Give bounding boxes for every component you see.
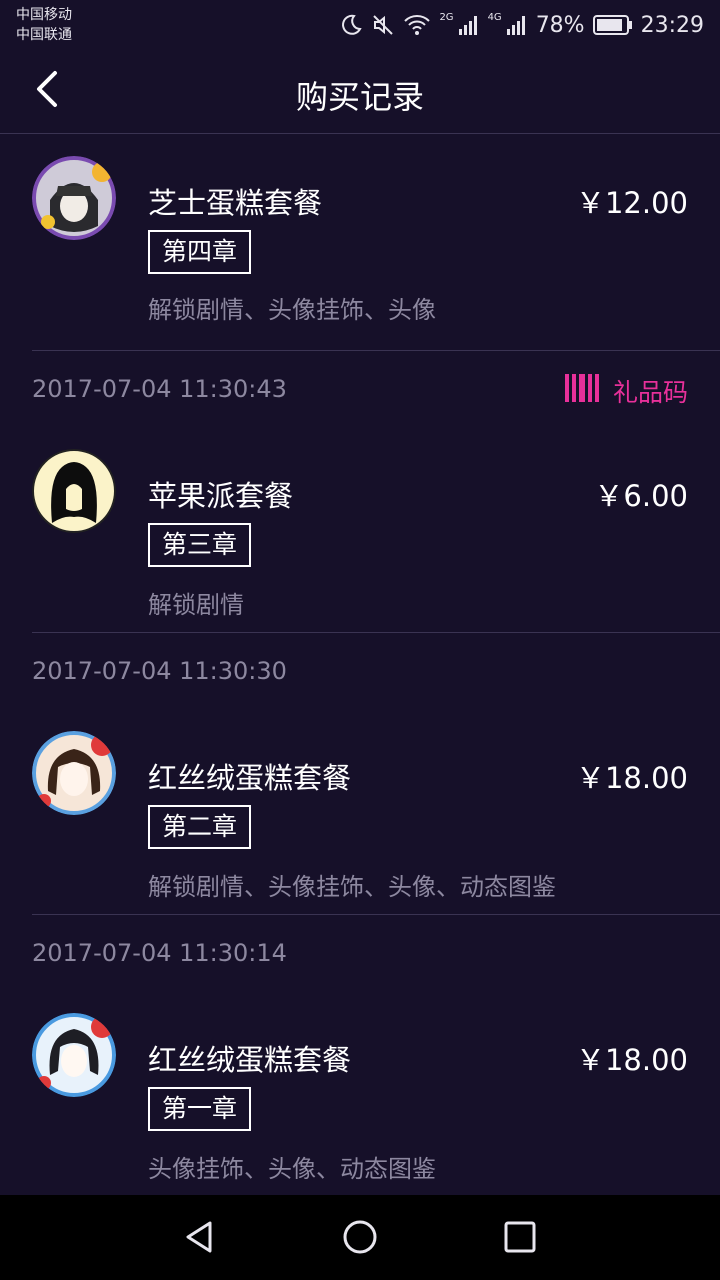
wifi-icon: [403, 13, 431, 37]
record-header: 2017-07-04 11:30:43 礼品码: [32, 351, 720, 429]
status-bar: 中国移动 中国联通 2G 4G 78% 23:29: [0, 0, 720, 50]
record-body: 芝士蛋糕套餐 ￥12.00 第四章 解锁剧情、头像挂饰、头像: [32, 134, 720, 350]
nav-recents-button[interactable]: [500, 1217, 540, 1257]
purchase-list: 芝士蛋糕套餐 ￥12.00 第四章 解锁剧情、头像挂饰、头像 2017-07-0…: [0, 134, 720, 1197]
package-name: 红丝绒蛋糕套餐: [148, 761, 352, 795]
package-name: 红丝绒蛋糕套餐: [148, 1043, 352, 1077]
gift-code-label: 礼品码: [612, 378, 688, 407]
chapter-tag: 第三章: [148, 523, 252, 567]
cheesecake-avatar-icon: [32, 156, 116, 240]
applepie-avatar-icon: [32, 449, 116, 533]
status-icons: 2G 4G 78% 23:29: [339, 10, 704, 40]
purchase-record[interactable]: 2017-07-04 11:30:43 礼品码 苹果派套餐 ￥6.00 第三章 …: [32, 351, 720, 633]
carrier-1: 中国移动: [16, 7, 72, 23]
purchase-record[interactable]: 2017-07-04 11:30:14 红丝绒蛋糕套餐 ￥18.00 第一章 头…: [32, 915, 720, 1197]
record-body: 苹果派套餐 ￥6.00 第三章 解锁剧情: [32, 429, 720, 632]
record-body: 红丝绒蛋糕套餐 ￥18.00 第一章 头像挂饰、头像、动态图鉴: [32, 993, 720, 1196]
chapter-tag: 第二章: [148, 805, 252, 849]
carrier-2: 中国联通: [16, 27, 72, 43]
nav-home-button[interactable]: [340, 1217, 380, 1257]
package-name: 芝士蛋糕套餐: [148, 186, 323, 220]
price: ￥18.00: [575, 1043, 688, 1077]
purchase-record[interactable]: 芝士蛋糕套餐 ￥12.00 第四章 解锁剧情、头像挂饰、头像: [32, 134, 720, 351]
record-body: 红丝绒蛋糕套餐 ￥18.00 第二章 解锁剧情、头像挂饰、头像、动态图鉴: [32, 711, 720, 914]
redvelvet-avatar-icon: [32, 731, 116, 815]
gift-code-button[interactable]: 礼品码: [564, 373, 688, 409]
signal-2-label: 4G: [487, 11, 502, 23]
page-title: 购买记录: [295, 78, 424, 116]
circle-home-icon: [340, 1220, 380, 1261]
price: ￥18.00: [575, 761, 688, 795]
purchase-record[interactable]: 2017-07-04 11:30:30 红丝绒蛋糕套餐 ￥18.00 第二章 解…: [32, 633, 720, 915]
unlock-content: 解锁剧情、头像挂饰、头像、动态图鉴: [148, 873, 556, 901]
carrier-info: 中国移动 中国联通: [16, 5, 72, 45]
record-header: 2017-07-04 11:30:14: [32, 915, 720, 993]
moon-icon: [339, 13, 363, 37]
chapter-tag: 第四章: [148, 230, 252, 274]
unlock-content: 解锁剧情、头像挂饰、头像: [148, 296, 436, 324]
purchase-time: 2017-07-04 11:30:30: [32, 657, 287, 685]
unlock-content: 解锁剧情: [148, 591, 244, 619]
nav-back-button[interactable]: [180, 1217, 220, 1257]
battery-percent: 78%: [535, 12, 585, 38]
system-nav-bar: [0, 1195, 720, 1280]
barcode-icon: [564, 374, 599, 408]
clock: 23:29: [640, 12, 704, 38]
triangle-back-icon: [180, 1221, 220, 1261]
square-recents-icon: [500, 1221, 540, 1261]
package-name: 苹果派套餐: [148, 479, 294, 513]
record-header: 2017-07-04 11:30:30: [32, 633, 720, 711]
mute-icon: [371, 13, 395, 37]
purchase-time: 2017-07-04 11:30:43: [32, 375, 287, 403]
signal-1-label: 2G: [439, 11, 454, 23]
signal-icon: [506, 14, 528, 36]
price: ￥6.00: [594, 479, 688, 513]
purchase-time: 2017-07-04 11:30:14: [32, 939, 287, 967]
unlock-content: 头像挂饰、头像、动态图鉴: [148, 1155, 436, 1183]
redvelvet-avatar-icon: [32, 1013, 116, 1097]
chapter-tag: 第一章: [148, 1087, 252, 1131]
top-bar: 购买记录: [0, 50, 720, 134]
battery-icon: [592, 14, 633, 36]
price: ￥12.00: [575, 186, 688, 220]
signal-icon: [458, 14, 480, 36]
